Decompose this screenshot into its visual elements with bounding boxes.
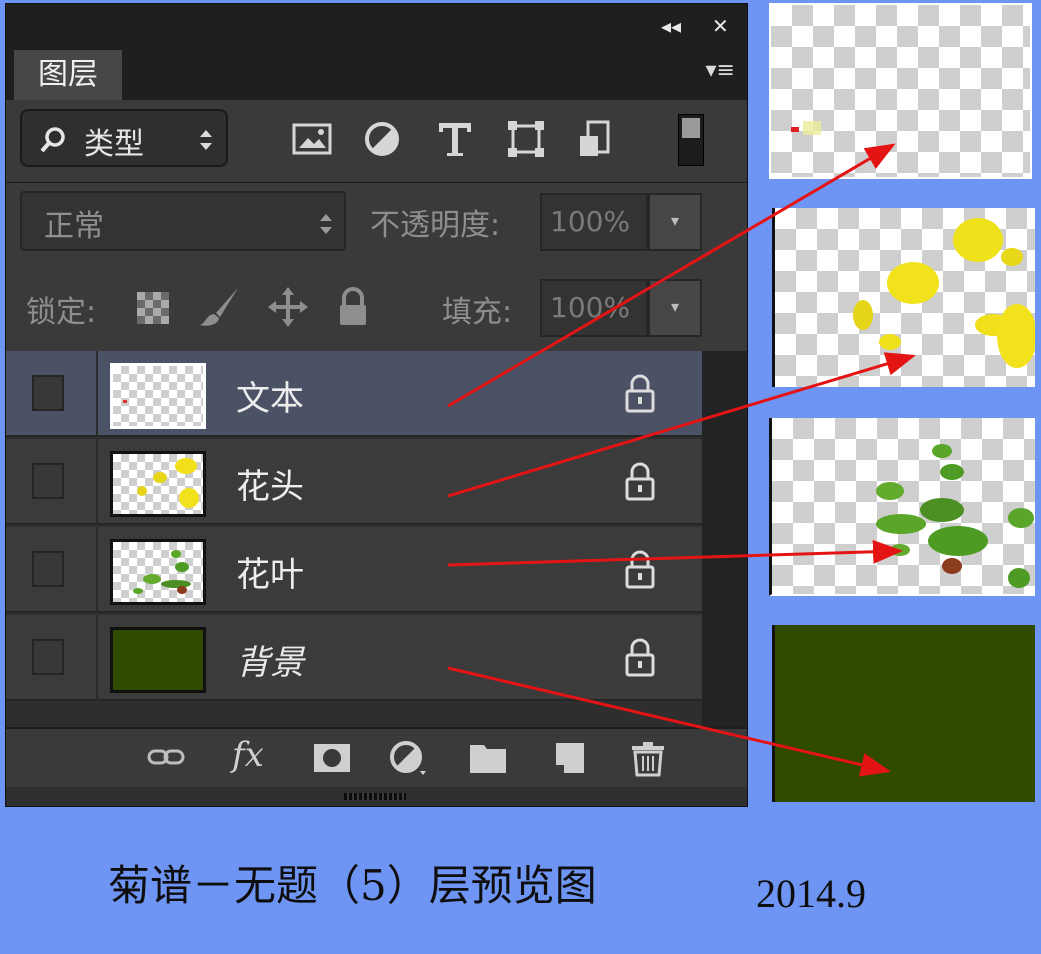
caption-date: 2014.9: [756, 871, 866, 916]
arrow-bg-to-preview: [447, 666, 891, 777]
caption-title: 菊谱－无题（5）层预览图: [108, 861, 597, 910]
annotation-arrows: [447, 143, 916, 777]
arrow-head-to-preview: [447, 352, 916, 498]
arrow-leaf-to-preview: [447, 539, 903, 567]
arrow-text-to-preview: [447, 143, 896, 408]
